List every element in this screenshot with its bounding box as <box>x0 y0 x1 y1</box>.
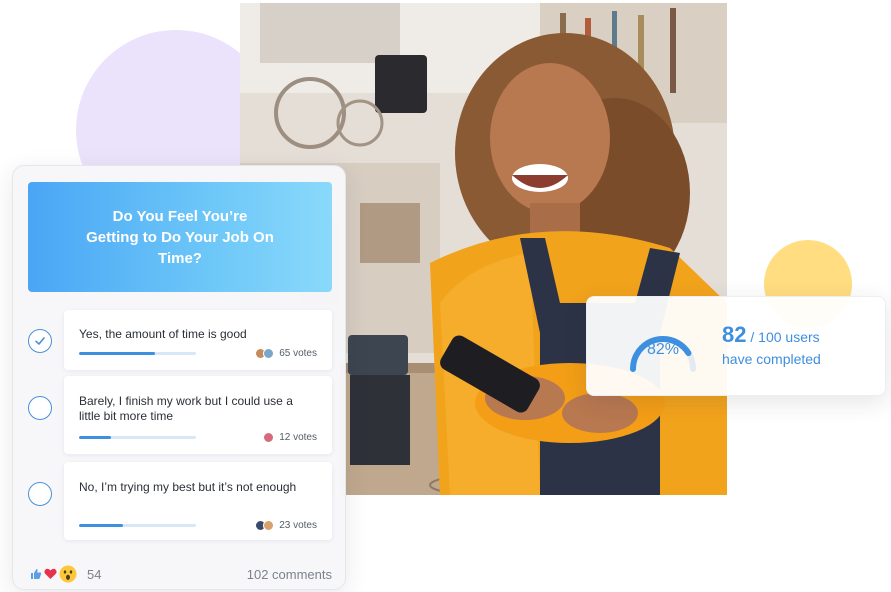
total-users: / 100 users <box>750 329 820 345</box>
wow-emoji-icon <box>59 565 77 583</box>
option-card[interactable]: Yes, the amount of time is good 65 votes <box>64 310 332 370</box>
poll-card: Do You Feel You’re Getting to Do Your Jo… <box>12 165 346 590</box>
poll-footer: 54 102 comments <box>30 564 332 584</box>
thumbs-up-icon <box>31 569 42 579</box>
comments-link[interactable]: 102 comments <box>247 567 332 582</box>
option-progress-fill <box>79 524 124 527</box>
option-radio[interactable] <box>28 396 52 420</box>
option-card[interactable]: No, I’m trying my best but it’s not enou… <box>64 462 332 540</box>
completion-card: 82% 82 / 100 users have completed <box>586 296 886 396</box>
poll-question: Do You Feel You’re Getting to Do Your Jo… <box>86 207 274 267</box>
completion-summary: 82 / 100 users have completed <box>722 322 821 368</box>
completion-subtitle: have completed <box>722 351 821 367</box>
heart-icon <box>44 568 57 579</box>
voter-avatars <box>255 348 275 359</box>
option-text: Barely, I finish my work but I could use… <box>79 394 293 423</box>
completed-count: 82 <box>722 322 747 347</box>
reaction-count: 54 <box>87 566 102 582</box>
votes-count: 23 votes <box>279 520 317 531</box>
option-progress-fill <box>79 352 156 355</box>
option-card[interactable]: Barely, I finish my work but I could use… <box>64 376 332 454</box>
option-radio-selected[interactable] <box>28 329 52 353</box>
poll-header: Do You Feel You’re Getting to Do Your Jo… <box>28 182 332 292</box>
avatar <box>263 432 275 443</box>
reactions[interactable]: 54 <box>30 565 101 583</box>
votes-count: 65 votes <box>279 348 317 359</box>
voter-avatars <box>255 520 275 531</box>
avatar <box>263 348 275 359</box>
option-progress-bar <box>79 524 196 527</box>
option-progress-bar <box>79 352 196 355</box>
option-progress-fill <box>79 436 111 439</box>
option-votes: 12 votes <box>263 432 317 443</box>
option-text: No, I’m trying my best but it’s not enou… <box>79 480 297 494</box>
votes-count: 12 votes <box>279 432 317 443</box>
option-radio[interactable] <box>28 482 52 506</box>
voter-avatars <box>263 432 275 443</box>
checkmark-icon <box>35 337 45 345</box>
option-text: Yes, the amount of time is good <box>79 327 247 341</box>
option-votes: 65 votes <box>255 348 317 359</box>
gauge-label: 82% <box>646 341 680 358</box>
option-votes: 23 votes <box>255 520 317 531</box>
avatar <box>263 520 275 531</box>
option-progress-bar <box>79 436 196 439</box>
